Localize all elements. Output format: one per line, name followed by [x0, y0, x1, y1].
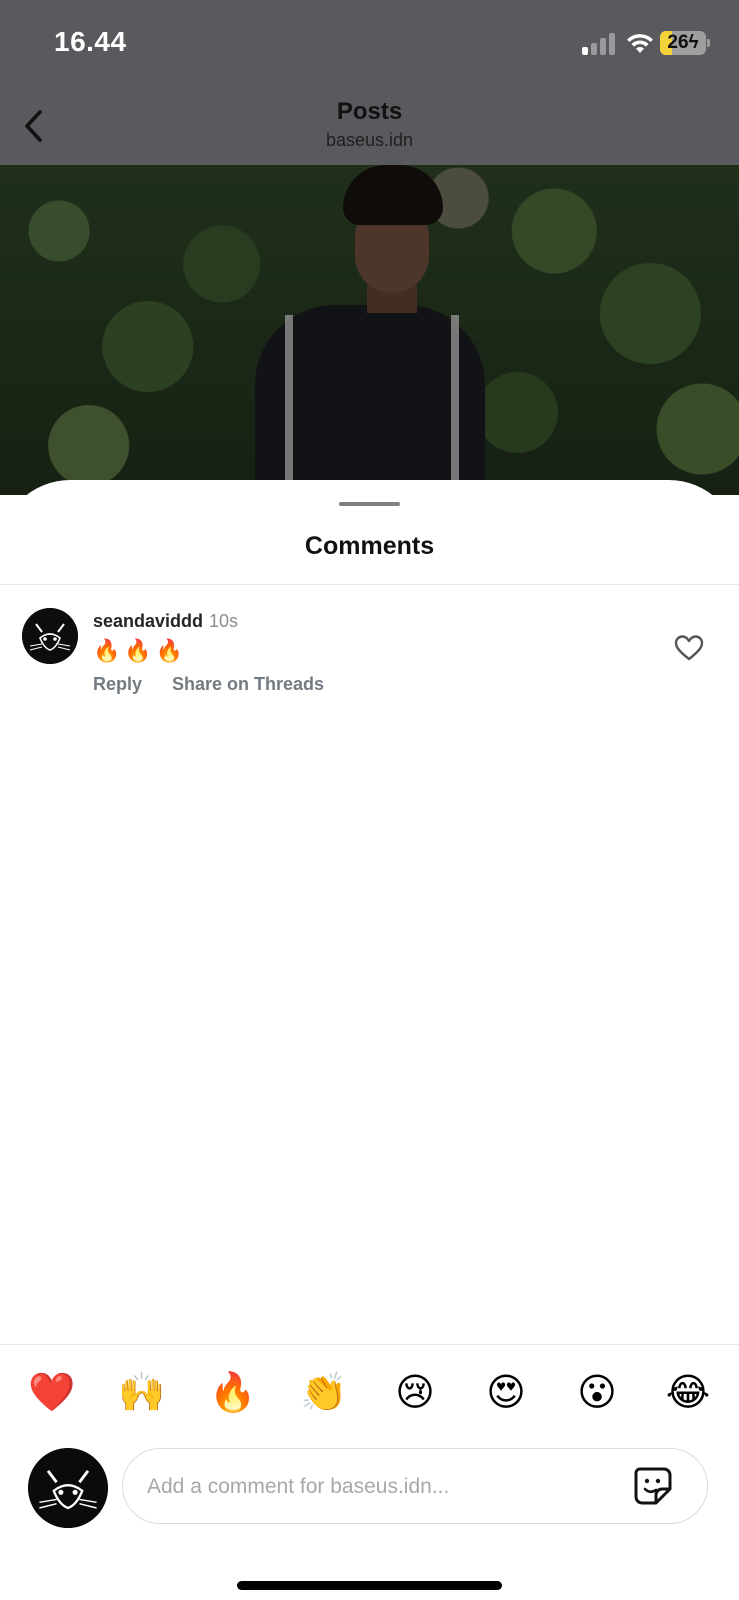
reaction-heart-eyes[interactable]: 😍	[481, 1368, 531, 1418]
battery-icon: 26ϟ	[660, 31, 706, 55]
charging-bolt-icon: ϟ	[688, 32, 699, 53]
panther-avatar-icon	[28, 1448, 108, 1528]
comment-username[interactable]: seandaviddd	[93, 611, 203, 631]
sticker-icon[interactable]	[632, 1465, 674, 1507]
panther-avatar-icon	[22, 608, 78, 664]
home-indicator[interactable]	[237, 1581, 502, 1590]
sheet-grabber[interactable]	[339, 502, 400, 506]
reply-button[interactable]: Reply	[93, 674, 142, 695]
divider	[0, 584, 739, 585]
status-bar: 16.44 26ϟ	[0, 0, 739, 90]
comment-composer	[122, 1448, 708, 1524]
reaction-raised-hands[interactable]: 🙌	[117, 1368, 167, 1418]
comment-input[interactable]	[145, 1467, 609, 1507]
avatar[interactable]	[22, 608, 78, 664]
battery-level: 26	[667, 32, 689, 53]
comments-sheet: Comments seandaviddd 10s 🔥🔥🔥 Reply Share …	[0, 480, 739, 1600]
comment-header: seandaviddd 10s	[93, 611, 238, 632]
reaction-surprised[interactable]: 😮	[572, 1368, 622, 1418]
share-on-threads-button[interactable]: Share on Threads	[172, 674, 324, 695]
post-photo	[0, 165, 739, 495]
wifi-icon	[627, 34, 653, 53]
sheet-title: Comments	[304, 532, 435, 560]
heart-outline-icon[interactable]	[674, 634, 704, 662]
page-subtitle[interactable]: baseus.idn	[0, 130, 739, 151]
cellular-signal-icon	[582, 33, 618, 55]
reaction-clap[interactable]: 👏	[299, 1368, 349, 1418]
divider	[0, 1344, 739, 1345]
reaction-laughing[interactable]: 😂	[663, 1368, 713, 1418]
reaction-heart[interactable]: ❤️	[27, 1368, 77, 1418]
page-title: Posts	[336, 98, 403, 125]
quick-reactions-bar: ❤️ 🙌 🔥 👏 😢 😍 😮 😂	[0, 1368, 739, 1418]
composer-avatar	[28, 1448, 108, 1528]
nav-bar: Posts baseus.idn	[0, 90, 739, 165]
comment-text: 🔥🔥🔥	[93, 638, 188, 663]
dim-overlay	[0, 165, 739, 495]
reaction-crying[interactable]: 😢	[390, 1368, 440, 1418]
status-time: 16.44	[54, 26, 127, 57]
reaction-fire[interactable]: 🔥	[208, 1368, 258, 1418]
comment-item: seandaviddd 10s 🔥🔥🔥 Reply Share on Thread…	[0, 608, 739, 698]
comment-time: 10s	[209, 611, 239, 631]
battery-tip	[707, 39, 710, 47]
